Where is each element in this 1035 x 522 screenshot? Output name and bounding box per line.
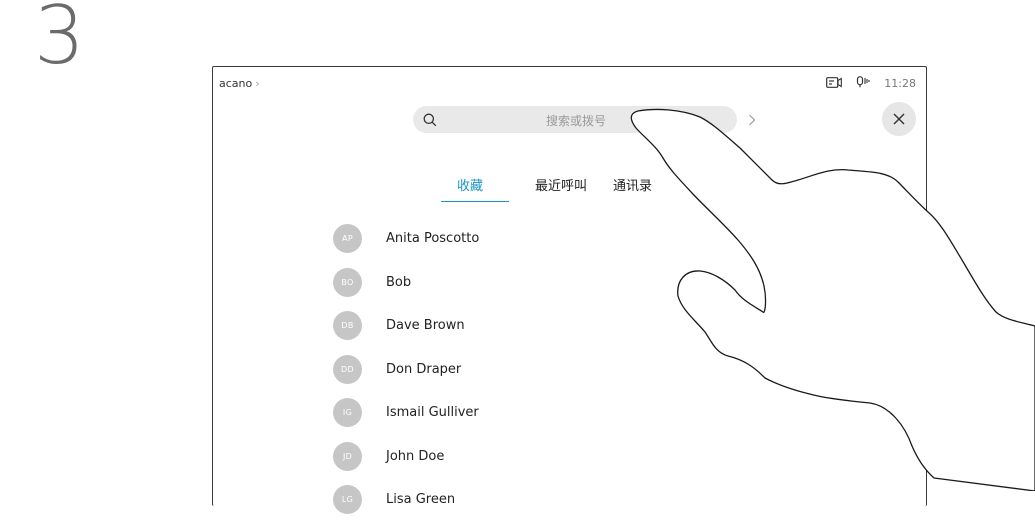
contact-name: Bob: [386, 274, 412, 290]
avatar: AP: [333, 224, 362, 254]
list-item[interactable]: BO Bob: [333, 261, 733, 305]
close-button[interactable]: [882, 102, 916, 136]
tab-favorites[interactable]: 收藏: [441, 175, 510, 202]
status-indicators: 11:28: [826, 76, 916, 91]
microphone-icon: [856, 76, 870, 91]
list-item[interactable]: DD Don Draper: [333, 348, 733, 392]
touch-panel-screen: acano › 11:28 搜索或拨号 收藏 最近呼叫 通讯录 AP Anita…: [212, 66, 927, 515]
tab-directory[interactable]: 通讯录: [613, 175, 652, 202]
search-icon: [423, 112, 437, 131]
avatar: LG: [333, 485, 362, 515]
avatar: DB: [333, 311, 362, 341]
avatar: IG: [333, 398, 362, 428]
contact-name: Ismail Gulliver: [386, 405, 479, 421]
breadcrumb[interactable]: acano ›: [219, 77, 260, 90]
contact-name: Dave Brown: [386, 318, 465, 334]
avatar: BO: [333, 267, 362, 297]
search-input[interactable]: [449, 106, 703, 135]
contact-name: John Doe: [386, 448, 445, 464]
list-item[interactable]: DB Dave Brown: [333, 304, 733, 348]
search-bar[interactable]: [413, 106, 737, 135]
list-item[interactable]: IG Ismail Gulliver: [333, 391, 733, 435]
breadcrumb-chevron-icon: ›: [255, 77, 260, 90]
status-bar: acano › 11:28: [213, 67, 926, 97]
contact-name: Lisa Green: [386, 492, 456, 508]
avatar: JD: [333, 441, 362, 471]
breadcrumb-label: acano: [219, 77, 253, 90]
avatar: DD: [333, 354, 362, 384]
contact-list: AP Anita Poscotto BO Bob DB Dave Brown D…: [333, 217, 733, 522]
contact-name: Don Draper: [386, 361, 462, 377]
list-item[interactable]: AP Anita Poscotto: [333, 217, 733, 261]
directory-tabs: 收藏 最近呼叫 通讯录: [441, 175, 678, 202]
list-item[interactable]: JD John Doe: [333, 435, 733, 479]
close-icon: [893, 110, 905, 129]
clock-time: 11:28: [884, 77, 916, 90]
tab-recents[interactable]: 最近呼叫: [535, 175, 587, 202]
camera-icon: [826, 76, 843, 91]
step-number: 3: [34, 0, 85, 82]
dial-arrow-button[interactable]: [743, 111, 761, 129]
contact-name: Anita Poscotto: [386, 231, 480, 247]
list-item[interactable]: LG Lisa Green: [333, 478, 733, 522]
